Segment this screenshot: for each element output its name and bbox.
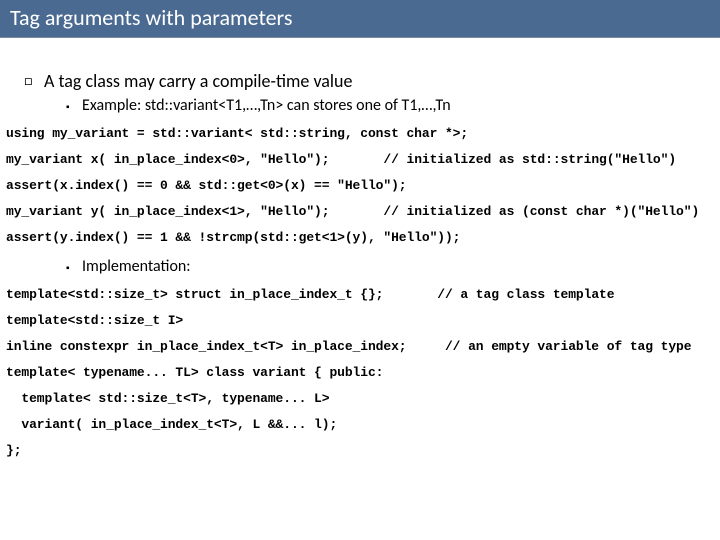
bullet-level2: Example: std::variant<T1,…,Tn> can store… bbox=[82, 96, 720, 115]
bullet-text: Implementation: bbox=[82, 257, 191, 276]
slide-title-bar: Tag arguments with parameters bbox=[0, 0, 720, 38]
slide: Tag arguments with parameters A tag clas… bbox=[0, 0, 720, 540]
code-line: my_variant y( in_place_index<1>, "Hello"… bbox=[6, 204, 329, 219]
code-line: my_variant x( in_place_index<0>, "Hello"… bbox=[6, 152, 329, 167]
bullet-text: Example: std::variant<T1,…,Tn> can store… bbox=[82, 96, 451, 115]
slide-content: A tag class may carry a compile-time val… bbox=[0, 38, 720, 464]
code-comment: // initialized as std::string("Hello") bbox=[383, 152, 676, 167]
code-block-impl: template<std::size_t> struct in_place_in… bbox=[6, 282, 714, 464]
code-line: variant( in_place_index_t<T>, L &&... l)… bbox=[6, 417, 337, 432]
code-line: assert(x.index() == 0 && std::get<0>(x) … bbox=[6, 178, 406, 193]
code-line: using my_variant = std::variant< std::st… bbox=[6, 126, 468, 141]
code-comment: // an empty variable of tag type bbox=[445, 339, 691, 354]
bullet-text: A tag class may carry a compile-time val… bbox=[44, 70, 352, 92]
code-line: template< std::size_t<T>, typename... L> bbox=[6, 391, 329, 406]
code-line: template<std::size_t> struct in_place_in… bbox=[6, 287, 383, 302]
code-line: }; bbox=[6, 443, 21, 458]
code-comment: // a tag class template bbox=[437, 287, 614, 302]
code-block-example: using my_variant = std::variant< std::st… bbox=[6, 121, 714, 251]
bullet-level2: Implementation: bbox=[82, 257, 720, 276]
code-line: assert(y.index() == 1 && !strcmp(std::ge… bbox=[6, 230, 460, 245]
code-line: inline constexpr in_place_index_t<T> in_… bbox=[6, 339, 406, 354]
bullet-level1: A tag class may carry a compile-time val… bbox=[44, 70, 720, 92]
code-line: template< typename... TL> class variant … bbox=[6, 365, 383, 380]
code-comment: // initialized as (const char *)("Hello"… bbox=[383, 204, 699, 219]
code-line: template<std::size_t I> bbox=[6, 313, 183, 328]
slide-title: Tag arguments with parameters bbox=[10, 4, 292, 31]
